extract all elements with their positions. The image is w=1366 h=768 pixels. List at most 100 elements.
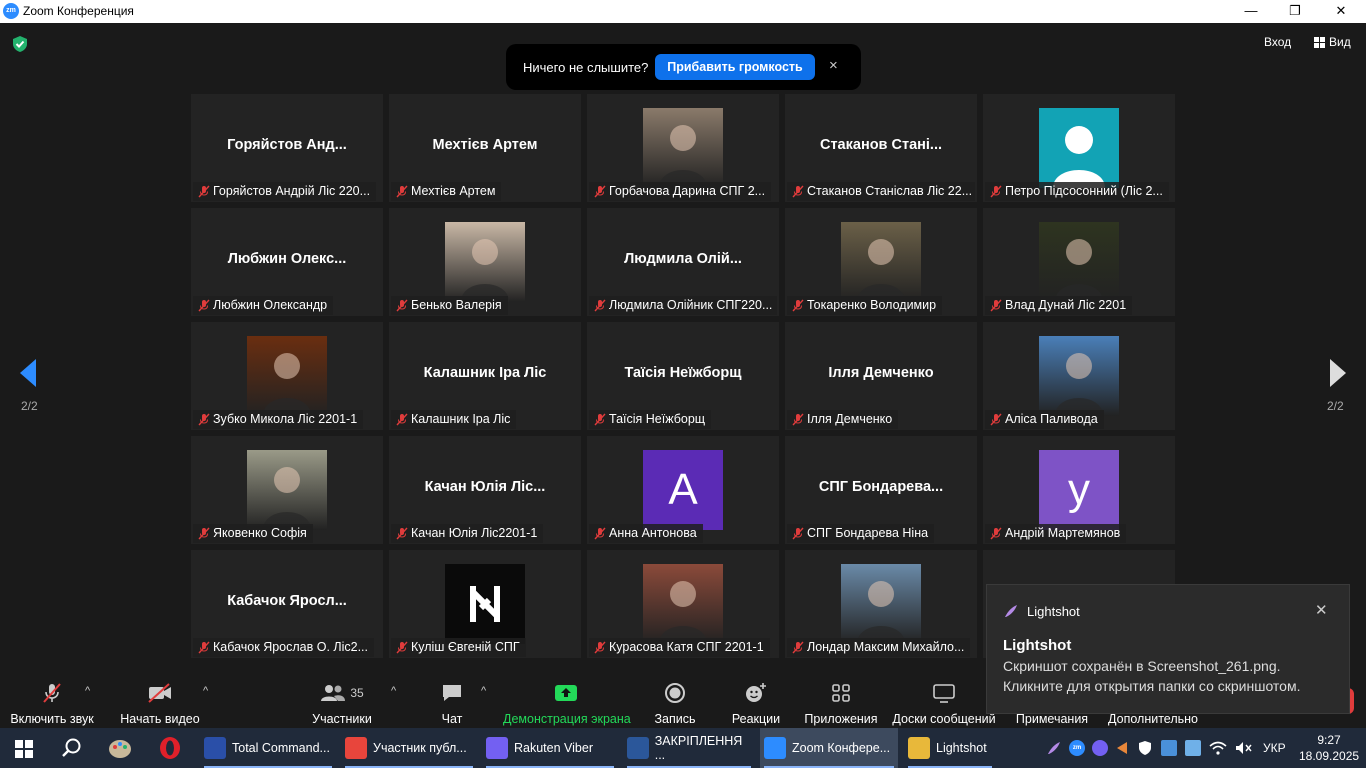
participant-name-label: Андрій Мартемянов: [985, 524, 1127, 543]
unmute-label: Включить звук: [10, 712, 94, 726]
participant-tile[interactable]: Яковенко Софія: [191, 436, 383, 544]
exit-fullscreen-button[interactable]: Вход: [1264, 35, 1291, 49]
share-screen-button[interactable]: Демонстрация экрана: [503, 681, 631, 726]
reactions-button[interactable]: Реакции: [728, 681, 784, 726]
paint-app-icon[interactable]: [108, 736, 134, 760]
lightshot-notification[interactable]: Lightshot ✕ Lightshot Скриншот сохранён …: [986, 584, 1350, 714]
reactions-label: Реакции: [731, 712, 781, 726]
participant-tile[interactable]: Любжин Олекс... Любжин Олександр: [191, 208, 383, 316]
view-label: Вид: [1329, 35, 1351, 49]
participant-name: Качан Юлія Ліс2201-1: [411, 526, 538, 540]
taskbar-app-button[interactable]: Участник публ...: [341, 728, 477, 768]
taskbar-app-button[interactable]: Zoom Конфере...: [760, 728, 898, 768]
whiteboards-label: Доски сообщений: [892, 712, 996, 726]
increase-volume-button[interactable]: Прибавить громкость: [655, 54, 815, 80]
close-window-button[interactable]: ✕: [1318, 0, 1364, 23]
participant-tile[interactable]: y Андрій Мартемянов: [983, 436, 1175, 544]
audio-options-caret-icon[interactable]: ^: [85, 685, 90, 697]
participant-display-name: Людмила Олій...: [624, 251, 742, 267]
taskbar-app-icon: [764, 737, 786, 759]
participant-tile[interactable]: Горяйстов Анд... Горяйстов Андрій Ліс 220…: [191, 94, 383, 202]
participant-tile[interactable]: Качан Юлія Ліс... Качан Юлія Ліс2201-1: [389, 436, 581, 544]
participant-video-photo: [643, 564, 723, 644]
encryption-shield-icon[interactable]: [11, 35, 29, 53]
participant-tile[interactable]: Мехтієв Артем Мехтієв Артем: [389, 94, 581, 202]
wifi-icon[interactable]: [1209, 741, 1227, 755]
participant-tile[interactable]: Токаренко Володимир: [785, 208, 977, 316]
taskbar-app-button[interactable]: ЗАКРІПЛЕННЯ ...: [623, 728, 755, 768]
toast-close-icon[interactable]: ✕: [1315, 601, 1328, 619]
participant-name: Людмила Олійник СПГ220...: [609, 298, 773, 312]
participant-name-label: Зубко Микола Ліс 2201-1: [193, 410, 364, 429]
participant-video-photo: [1039, 336, 1119, 416]
prev-page-arrow-icon[interactable]: [18, 358, 38, 388]
participant-tile[interactable]: Бенько Валерія: [389, 208, 581, 316]
participant-tile[interactable]: Аліса Паливода: [983, 322, 1175, 430]
muted-mic-icon: [594, 527, 606, 540]
participant-name-label: Горбачова Дарина СПГ 2...: [589, 182, 772, 201]
muted-mic-icon: [990, 299, 1002, 312]
participant-name-label: СПГ Бондарева Ніна: [787, 524, 935, 543]
participant-tile[interactable]: Стаканов Стані... Стаканов Станіслав Ліс …: [785, 94, 977, 202]
chat-button[interactable]: Чат: [430, 681, 474, 726]
chat-icon: [443, 685, 461, 701]
taskbar-app-icon: [345, 737, 367, 759]
video-options-caret-icon[interactable]: ^: [203, 685, 208, 697]
participant-tile[interactable]: Петро Підсосонний (Ліс 2...: [983, 94, 1175, 202]
record-button[interactable]: Запись: [650, 681, 700, 726]
minimize-button[interactable]: —: [1228, 0, 1274, 23]
participants-options-caret-icon[interactable]: ^: [391, 685, 396, 697]
restore-button[interactable]: ❐: [1272, 0, 1318, 23]
participant-video-photo: [1039, 222, 1119, 302]
whiteboards-button[interactable]: Доски сообщений: [892, 681, 996, 726]
start-video-button[interactable]: Начать видео: [118, 681, 202, 726]
participant-tile[interactable]: A Анна Антонова: [587, 436, 779, 544]
muted-mic-icon: [43, 683, 61, 703]
participant-name: Андрій Мартемянов: [1005, 526, 1121, 540]
apps-button[interactable]: Приложения: [804, 681, 878, 726]
next-page-arrow-icon[interactable]: [1328, 358, 1348, 388]
participant-tile[interactable]: Ілля Демченко Ілля Демченко: [785, 322, 977, 430]
participant-name: Аліса Паливода: [1005, 412, 1098, 426]
whiteboard-icon: [933, 684, 955, 703]
participant-tile[interactable]: Курасова Катя СПГ 2201-1: [587, 550, 779, 658]
taskbar-app-button[interactable]: Rakuten Viber: [482, 728, 618, 768]
viber-tray-icon[interactable]: [1092, 740, 1108, 756]
close-notice-icon[interactable]: ×: [829, 57, 838, 74]
participants-button[interactable]: 35 Участники: [306, 681, 378, 726]
storage-tray-icon[interactable]: [1185, 740, 1201, 756]
search-icon[interactable]: [61, 737, 83, 759]
zoom-tray-icon[interactable]: zm: [1069, 740, 1085, 756]
chat-options-caret-icon[interactable]: ^: [481, 685, 486, 697]
participant-tile[interactable]: СПГ Бондарева... СПГ Бондарева Ніна: [785, 436, 977, 544]
participant-tile[interactable]: Людмила Олій... Людмила Олійник СПГ220...: [587, 208, 779, 316]
taskbar-app-button[interactable]: Total Command...: [200, 728, 336, 768]
muted-mic-icon: [792, 299, 804, 312]
taskbar-app-button[interactable]: Lightshot: [904, 728, 996, 768]
participant-tile[interactable]: Калашник Іра Ліс Калашник Іра Ліс: [389, 322, 581, 430]
participant-name: СПГ Бондарева Ніна: [807, 526, 929, 540]
participant-tile[interactable]: Влад Дунай Ліс 2201: [983, 208, 1175, 316]
participant-tile[interactable]: Зубко Микола Ліс 2201-1: [191, 322, 383, 430]
participant-tile[interactable]: Таїсія Неїжборщ Таїсія Неїжборщ: [587, 322, 779, 430]
opera-browser-icon[interactable]: [158, 736, 182, 760]
lightshot-tray-icon[interactable]: [1046, 740, 1062, 756]
security-tray-icon[interactable]: [1137, 740, 1153, 756]
participant-name: Лондар Максим Михайло...: [807, 640, 965, 654]
keyboard-language[interactable]: УКР: [1263, 741, 1286, 755]
participant-name-label: Любжин Олександр: [193, 296, 334, 315]
participant-tile[interactable]: Кабачок Яросл... Кабачок Ярослав О. Ліс2.…: [191, 550, 383, 658]
unmute-button[interactable]: Включить звук: [8, 681, 96, 726]
participant-video-photo: [247, 336, 327, 416]
view-button[interactable]: Вид: [1314, 35, 1351, 49]
network-app-tray-icon[interactable]: [1161, 740, 1177, 756]
warning-tray-icon[interactable]: [1115, 741, 1129, 755]
participant-tile[interactable]: Горбачова Дарина СПГ 2...: [587, 94, 779, 202]
participant-tile[interactable]: Куліш Євгеній СПГ: [389, 550, 581, 658]
participant-tile[interactable]: Лондар Максим Михайло...: [785, 550, 977, 658]
participant-name: Влад Дунай Ліс 2201: [1005, 298, 1127, 312]
taskbar-clock[interactable]: 9:27 18.09.2025: [1299, 732, 1359, 764]
volume-muted-icon[interactable]: [1235, 741, 1253, 755]
participant-name-label: Бенько Валерія: [391, 296, 508, 315]
windows-start-icon[interactable]: [15, 740, 33, 758]
